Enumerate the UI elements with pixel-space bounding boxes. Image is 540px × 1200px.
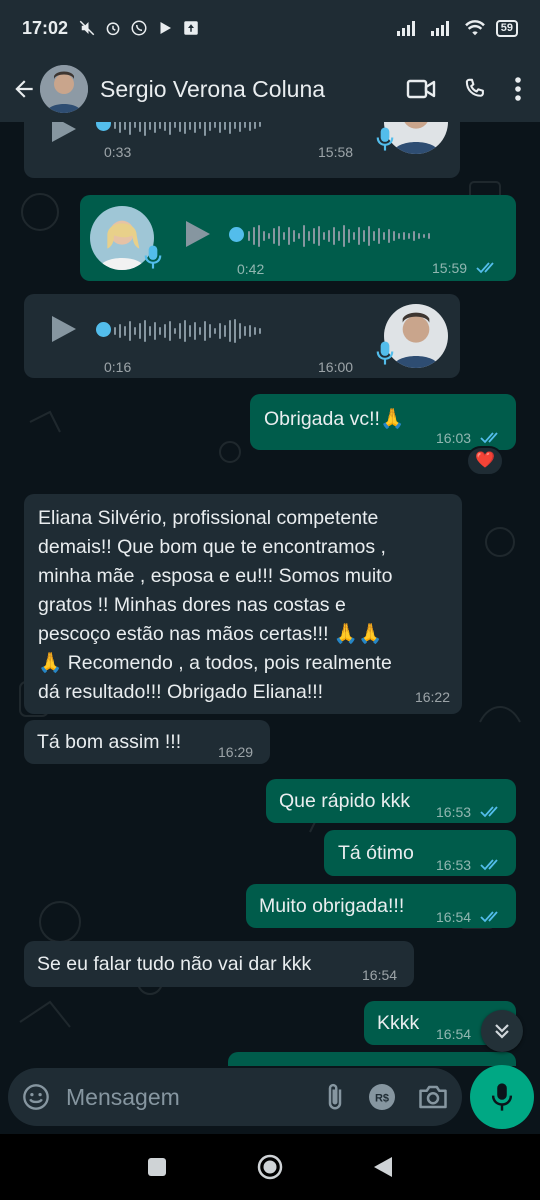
message-time: 16:54 xyxy=(362,967,398,983)
message-list[interactable]: 0:33 15:58 0:42 15:59 0:16 16:00 Obrigad… xyxy=(0,122,540,1066)
battery-indicator: 59 xyxy=(495,19,518,37)
phone-call-icon[interactable] xyxy=(462,76,488,102)
svg-text:R$: R$ xyxy=(375,1093,389,1105)
mic-badge-icon xyxy=(144,245,162,269)
message-time: 16:03 xyxy=(436,430,472,446)
play-store-icon xyxy=(160,22,172,34)
contact-name[interactable]: Sergio Verona Coluna xyxy=(100,76,406,103)
attach-icon[interactable] xyxy=(324,1082,346,1112)
signal-icon xyxy=(396,21,415,36)
scroll-to-bottom-button[interactable] xyxy=(481,1010,523,1052)
home-icon[interactable] xyxy=(257,1154,283,1180)
message-bubble-outgoing-partial[interactable] xyxy=(228,1052,516,1066)
message-bubble-outgoing[interactable]: Tá ótimo 16:53 xyxy=(324,830,516,876)
message-text: Obrigada vc!!🙏 xyxy=(264,408,405,430)
audio-message-incoming[interactable]: 0:33 15:58 xyxy=(24,122,460,178)
alarm-icon xyxy=(106,22,120,36)
audio-progress-dot[interactable] xyxy=(96,122,111,131)
signal-icon-2 xyxy=(430,21,449,36)
wifi-icon xyxy=(464,20,485,36)
status-time: 17:02 xyxy=(22,17,69,38)
menu-dots-icon[interactable] xyxy=(514,76,522,102)
audio-waveform[interactable] xyxy=(114,317,264,343)
message-bubble-incoming[interactable]: Tá bom assim !!! 16:29 xyxy=(24,720,270,764)
read-ticks-icon xyxy=(480,432,499,444)
chat-header: Sergio Verona Coluna xyxy=(0,56,540,122)
message-bubble-outgoing[interactable]: Muito obrigada!!! 16:54 xyxy=(246,884,516,928)
audio-duration: 0:33 xyxy=(104,144,132,160)
message-time: 15:59 xyxy=(432,260,468,276)
message-time: 16:54 xyxy=(436,909,472,925)
video-call-icon[interactable] xyxy=(406,77,436,101)
message-text: Muito obrigada!!! xyxy=(259,895,405,917)
contact-avatar[interactable] xyxy=(40,65,88,113)
reaction-badge[interactable]: ❤️ xyxy=(466,446,504,476)
payment-icon[interactable]: R$ xyxy=(368,1083,396,1111)
message-time: 16:54 xyxy=(436,1026,472,1042)
message-text: Tá ótimo xyxy=(338,842,414,864)
whatsapp-icon xyxy=(131,20,147,36)
system-nav-bar xyxy=(0,1134,540,1200)
message-time: 15:58 xyxy=(318,144,354,160)
mic-badge-icon xyxy=(376,127,394,151)
camera-icon[interactable] xyxy=(418,1084,448,1110)
audio-message-incoming[interactable]: 0:16 16:00 xyxy=(24,294,460,378)
read-ticks-icon xyxy=(480,859,499,871)
audio-progress-dot[interactable] xyxy=(96,322,111,337)
audio-duration: 0:42 xyxy=(237,261,265,277)
play-icon[interactable] xyxy=(52,316,76,342)
message-composer: R$ xyxy=(8,1068,462,1126)
mute-icon xyxy=(79,20,95,36)
audio-progress-dot[interactable] xyxy=(229,227,244,242)
message-text: Eliana Silvério, profissional competente… xyxy=(38,507,393,703)
audio-duration: 0:16 xyxy=(104,359,132,375)
message-text: Kkkk xyxy=(377,1012,420,1034)
message-bubble-incoming[interactable]: Eliana Silvério, profissional competente… xyxy=(24,494,462,714)
message-time: 16:00 xyxy=(318,359,354,375)
read-ticks-icon xyxy=(480,806,499,818)
message-text: Se eu falar tudo não vai dar kkk xyxy=(37,953,312,975)
upload-icon xyxy=(184,21,198,35)
back-button[interactable] xyxy=(8,73,40,105)
message-text: Que rápido kkk xyxy=(279,790,411,812)
message-bubble-outgoing[interactable]: Que rápido kkk 16:53 xyxy=(266,779,516,823)
message-time: 16:22 xyxy=(414,689,450,705)
recents-icon[interactable] xyxy=(147,1157,167,1177)
heart-icon: ❤️ xyxy=(475,452,495,469)
back-nav-icon[interactable] xyxy=(373,1156,393,1178)
message-time: 16:29 xyxy=(218,744,254,760)
mic-icon xyxy=(491,1083,513,1111)
message-time: 16:53 xyxy=(436,857,472,873)
mic-badge-icon xyxy=(376,341,394,365)
audio-waveform[interactable] xyxy=(248,222,433,248)
read-ticks-icon xyxy=(476,262,495,274)
play-icon[interactable] xyxy=(52,122,76,142)
audio-message-outgoing[interactable]: 0:42 15:59 xyxy=(80,195,516,281)
voice-record-button[interactable] xyxy=(470,1065,534,1129)
back-arrow-icon xyxy=(15,80,33,98)
message-input[interactable] xyxy=(66,1083,286,1111)
double-chevron-down-icon xyxy=(495,1024,509,1039)
play-icon[interactable] xyxy=(186,221,210,247)
emoji-icon[interactable] xyxy=(22,1083,50,1111)
read-ticks-icon xyxy=(480,911,499,923)
message-bubble-incoming[interactable]: Se eu falar tudo não vai dar kkk 16:54 xyxy=(24,941,414,987)
audio-waveform[interactable] xyxy=(114,122,264,136)
message-text: Tá bom assim !!! xyxy=(37,731,182,753)
status-bar: 17:02 59 xyxy=(0,0,540,56)
message-time: 16:53 xyxy=(436,804,472,820)
message-bubble-outgoing[interactable]: Obrigada vc!!🙏 16:03 xyxy=(250,394,516,450)
